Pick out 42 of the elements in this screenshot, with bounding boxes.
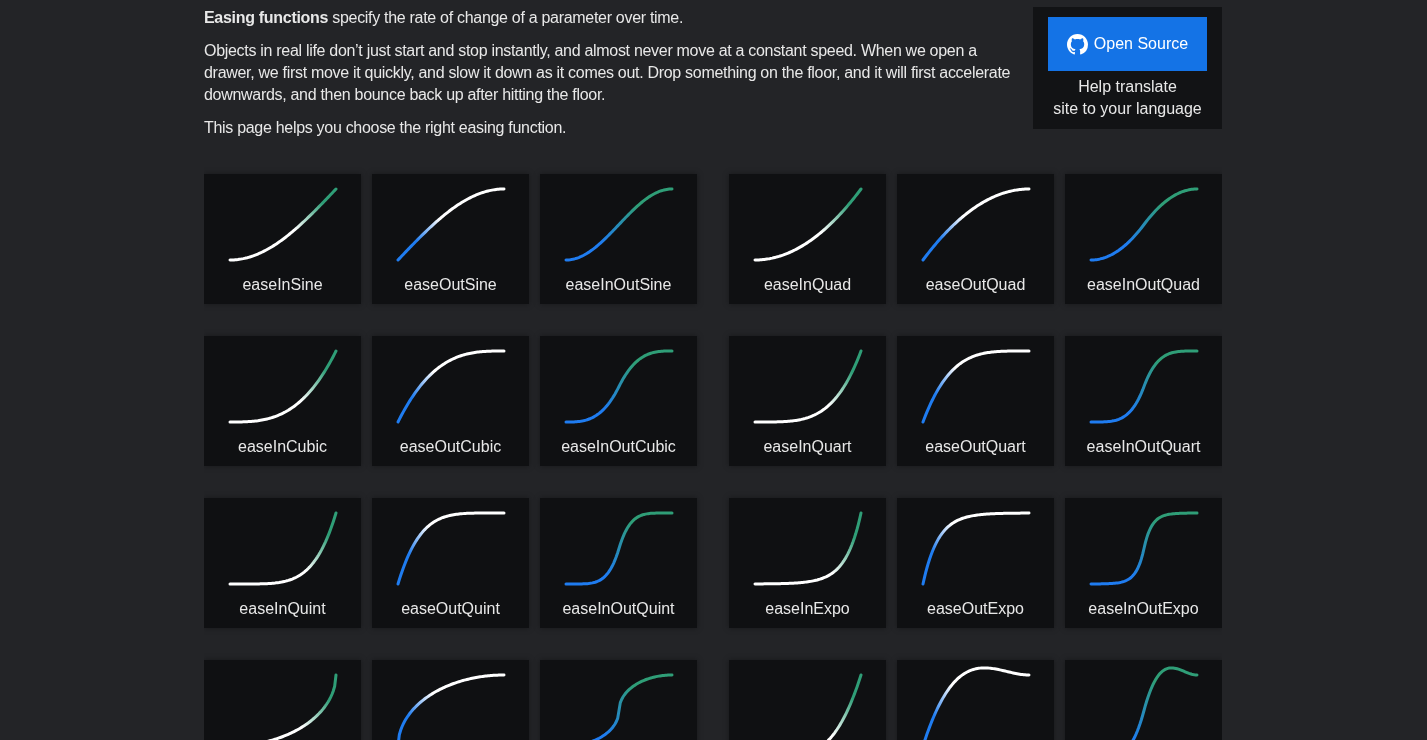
github-icon: [1066, 33, 1088, 55]
easing-card[interactable]: easeOutQuad: [897, 174, 1054, 304]
easing-name: easeOutCubic: [399, 437, 502, 457]
easing-card[interactable]: easeInQuint: [204, 498, 361, 628]
easing-name: easeOutExpo: [927, 599, 1024, 619]
intro-paragraph: Easing functions specify the rate of change of a parameter over time.: [204, 8, 685, 28]
easing-name: easeOutQuad: [925, 275, 1026, 295]
easing-name: easeInCubic: [238, 437, 327, 457]
easing-name: easeInSine: [242, 275, 323, 295]
easing-card[interactable]: easeInQuad: [729, 174, 886, 304]
easing-name: easeInOutQuad: [1087, 275, 1200, 295]
easing-name: easeInQuint: [239, 599, 326, 619]
open-source-button[interactable]: Open Source: [1048, 17, 1207, 71]
easing-name: easeInOutCubic: [561, 437, 676, 457]
easing-name: easeInOutExpo: [1088, 599, 1199, 619]
easing-card[interactable]: easeInSine: [204, 174, 361, 304]
easing-name: easeOutQuint: [401, 599, 500, 619]
easing-card[interactable]: easeInOutQuint: [540, 498, 697, 628]
easing-card[interactable]: easeOutQuint: [372, 498, 529, 628]
easing-card[interactable]: easeInOutSine: [540, 174, 697, 304]
easing-card[interactable]: easeOutQuart: [897, 336, 1054, 466]
easing-name: easeInOutQuint: [562, 599, 675, 619]
easing-card[interactable]: easeInOutQuad: [1065, 174, 1222, 304]
easing-card[interactable]: easeInCubic: [204, 336, 361, 466]
easing-name: easeInOutSine: [565, 275, 672, 295]
easing-name: easeInQuart: [763, 437, 852, 457]
easing-card[interactable]: easeOutExpo: [897, 498, 1054, 628]
easing-card[interactable]: easeInOutQuart: [1065, 336, 1222, 466]
intro-paragraph: This page helps you choose the right easing function.: [204, 118, 568, 138]
easing-name: easeInOutQuart: [1086, 437, 1201, 457]
easing-card[interactable]: easeInExpo: [729, 498, 886, 628]
easing-name: easeInExpo: [765, 599, 850, 619]
easing-name: easeOutSine: [404, 275, 497, 295]
help-text: Help translate site to your language: [1053, 77, 1202, 119]
easing-card[interactable]: easeOutCubic: [372, 336, 529, 466]
easing-card[interactable]: easeInQuart: [729, 336, 886, 466]
easing-card[interactable]: easeOutSine: [372, 174, 529, 304]
intro-paragraph: Objects in real life don’t just start and stop instantly, and almost never move at a constant speed. When we open a drawer, we first move it quickly, and slow it down as it comes out. Drop something on the floor, and it will first accelerate downwards, and then bounce back up after hitting the floor.: [204, 41, 1012, 105]
easing-name: easeInQuad: [763, 275, 852, 295]
easing-name: easeOutQuart: [925, 437, 1026, 457]
easing-card[interactable]: easeInOutCubic: [540, 336, 697, 466]
easing-card[interactable]: easeInOutExpo: [1065, 498, 1222, 628]
